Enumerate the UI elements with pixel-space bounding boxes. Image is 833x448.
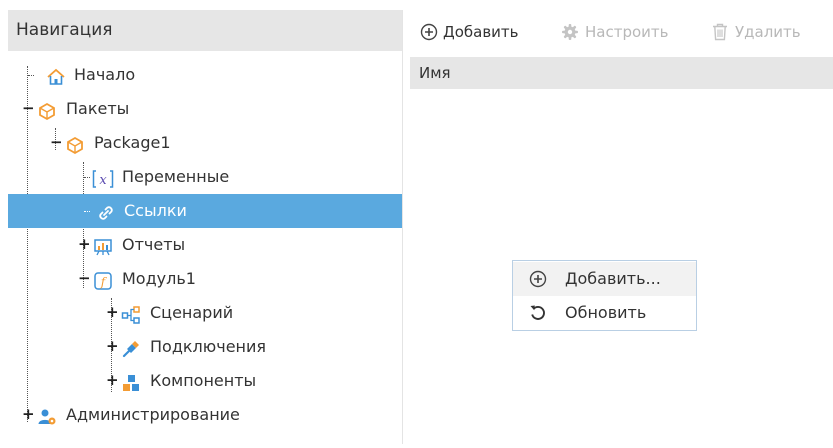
tree-item-module1[interactable]: − f Модуль1	[8, 262, 402, 296]
context-menu-add-label: Добавить...	[565, 269, 661, 288]
plus-circle-icon	[529, 270, 547, 288]
expand-toggle[interactable]: +	[22, 407, 35, 422]
tree-item-label: Package1	[94, 133, 171, 152]
tree-connector	[84, 211, 90, 212]
gear-icon	[562, 24, 578, 40]
tree-item-home[interactable]: Начало	[8, 58, 402, 92]
variable-icon: x	[92, 167, 114, 188]
tree-item-reports[interactable]: + Отчеты	[8, 228, 402, 262]
grid-header: Имя	[410, 57, 833, 89]
plus-circle-icon	[420, 23, 438, 41]
components-blocks-icon	[121, 371, 141, 391]
tree-item-components[interactable]: + Компоненты	[8, 364, 402, 398]
tree-item-administration[interactable]: + Администрирование	[8, 398, 402, 432]
tree-item-label: Отчеты	[122, 235, 186, 254]
tree-item-packages[interactable]: − Пакеты	[8, 92, 402, 126]
delete-button[interactable]: Удалить	[712, 10, 832, 54]
tree-item-connections[interactable]: + Подключения	[8, 330, 402, 364]
add-button-label: Добавить	[443, 23, 519, 41]
refresh-icon	[530, 305, 545, 320]
navigation-header: Навигация	[8, 10, 402, 51]
delete-button-label: Удалить	[735, 23, 801, 41]
tree-item-links[interactable]: Ссылки	[8, 194, 402, 228]
admin-user-gear-icon	[37, 405, 57, 425]
home-icon	[46, 65, 66, 85]
collapse-toggle[interactable]: −	[50, 135, 63, 150]
context-menu-add[interactable]: Добавить...	[513, 262, 696, 296]
toolbar: Добавить Настроить Удалить	[410, 10, 833, 54]
svg-text:f: f	[100, 275, 108, 289]
column-header-name[interactable]: Имя	[419, 64, 451, 82]
context-menu: Добавить... Обновить	[512, 260, 697, 331]
svg-text:x: x	[99, 173, 107, 188]
package-icon	[65, 133, 85, 155]
collapse-toggle[interactable]: −	[22, 101, 35, 116]
expand-toggle[interactable]: +	[106, 339, 119, 354]
tree-item-label: Сценарий	[150, 303, 234, 322]
expand-toggle[interactable]: +	[106, 373, 119, 388]
tree-item-label: Подключения	[150, 337, 267, 356]
module-function-icon: f	[93, 269, 113, 290]
tree-item-scenario[interactable]: + Сценарий	[8, 296, 402, 330]
scenario-flow-icon	[121, 303, 141, 324]
tree-item-label: Ссылки	[124, 201, 187, 220]
tree-item-label: Пакеты	[66, 99, 130, 118]
tree-item-label: Начало	[74, 65, 136, 84]
context-menu-refresh-label: Обновить	[565, 303, 647, 322]
link-icon	[96, 201, 116, 221]
tree-item-label: Администрирование	[66, 405, 240, 424]
add-button[interactable]: Добавить	[420, 10, 550, 54]
navigation-tree: Начало − Пакеты − Package1 x Переменные	[8, 58, 402, 448]
tree-item-label: Компоненты	[150, 371, 257, 390]
navigation-pane: Навигация Начало − Пакеты − Package1 x П…	[8, 10, 403, 444]
report-chart-icon	[93, 235, 113, 256]
tree-item-variables[interactable]: x Переменные	[8, 160, 402, 194]
collapse-toggle[interactable]: −	[78, 271, 91, 286]
expand-toggle[interactable]: +	[78, 237, 91, 252]
tree-item-package1[interactable]: − Package1	[8, 126, 402, 160]
package-icon	[37, 99, 57, 121]
context-menu-refresh[interactable]: Обновить	[513, 296, 696, 330]
configure-button[interactable]: Настроить	[561, 10, 691, 54]
tree-connector	[84, 177, 90, 178]
expand-toggle[interactable]: +	[106, 305, 119, 320]
trash-icon	[713, 23, 727, 41]
connection-plug-icon	[121, 337, 141, 358]
tree-item-label: Переменные	[122, 167, 230, 186]
tree-item-label: Модуль1	[122, 269, 196, 288]
configure-button-label: Настроить	[585, 23, 669, 41]
tree-connector	[28, 75, 34, 76]
